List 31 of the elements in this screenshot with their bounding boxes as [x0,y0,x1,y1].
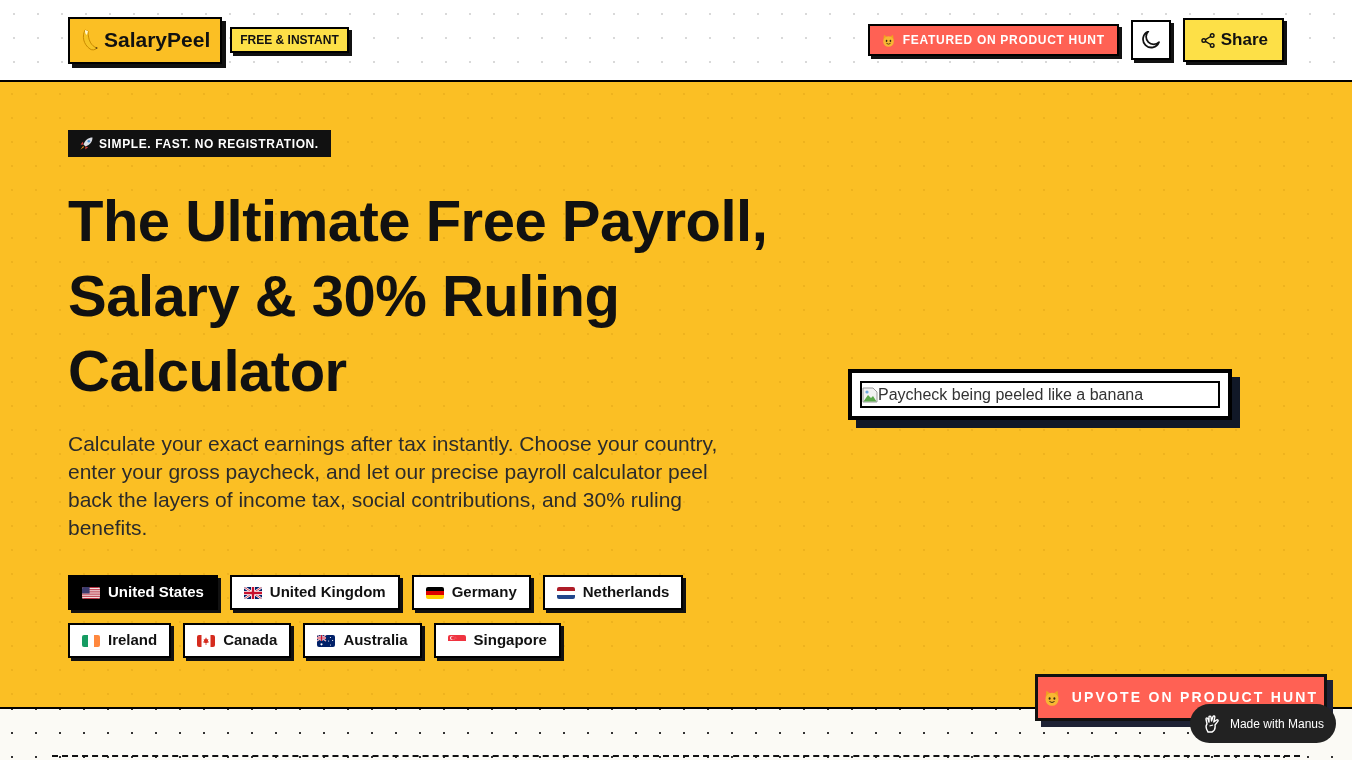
country-button[interactable]: Canada [183,623,292,658]
country-button[interactable]: United States [68,575,218,610]
image-alt-text: Paycheck being peeled like a banana [878,384,1144,405]
cat-face-icon [881,33,895,47]
country-button[interactable]: Australia [303,623,422,658]
cat-face-icon [1043,689,1060,706]
flag-icon [317,634,336,647]
banana-icon [80,29,98,51]
country-button[interactable]: Germany [411,575,531,610]
flag-icon [556,586,575,599]
hero-heading: The Ultimate Free Payroll, Salary & 30% Ruling Calculator [68,187,769,405]
flag-icon [197,634,216,647]
rocket-icon [80,137,93,150]
made-with-link[interactable]: Made with Manus [1189,704,1336,743]
hand-icon [1203,714,1220,733]
flag-icon [82,634,100,647]
country-button[interactable]: Singapore [433,623,561,658]
broken-image-icon [862,386,878,403]
share-icon [1200,32,1215,48]
flag-icon [243,586,262,599]
free-instant-tag: FREE & INSTANT [230,27,349,53]
moon-icon [1141,31,1160,49]
country-button[interactable]: Ireland [68,623,172,658]
country-button[interactable]: United Kingdom [229,575,400,610]
hero-description: Calculate your exact earnings after tax instantly. Choose your country, enter your gross paycheck, and let our precise payroll calculator peel back the layers of income tax, social contributions, and 30% ruling benefits. [68,431,719,541]
country-button[interactable]: Netherlands [542,575,684,610]
theme-toggle-button[interactable] [1130,20,1171,60]
share-button[interactable]: Share [1182,18,1284,62]
tagline-text: SIMPLE. FAST. NO REGISTRATION. [99,135,319,153]
flag-icon [82,586,100,599]
flag-icon [425,586,444,599]
